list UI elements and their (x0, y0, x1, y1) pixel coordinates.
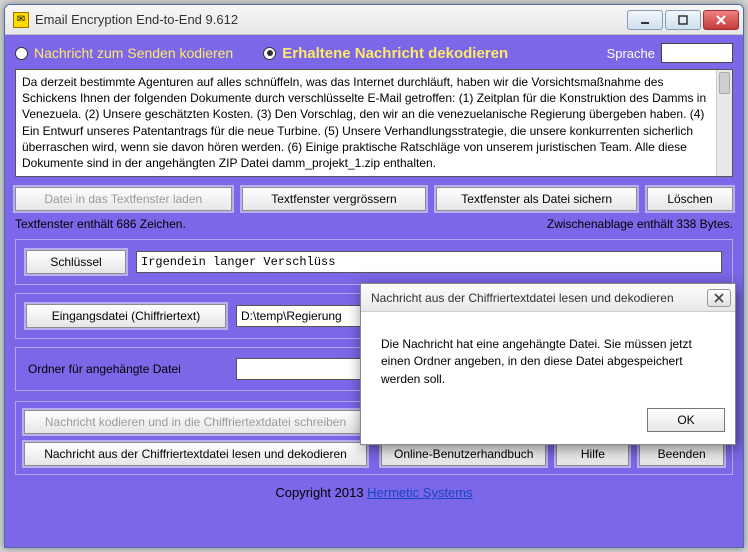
radio-encode[interactable]: Nachricht zum Senden kodieren (15, 45, 233, 61)
footer-link[interactable]: Hermetic Systems (367, 485, 472, 500)
radio-decode-label: Erhaltene Nachricht dekodieren (282, 45, 508, 62)
language-value: Deutsch (666, 46, 710, 60)
info-dialog: Nachricht aus der Chiffriertextdatei les… (360, 283, 736, 445)
dialog-titlebar: Nachricht aus der Chiffriertextdatei les… (361, 284, 735, 312)
key-group: Schlüssel (15, 239, 733, 285)
input-file-button[interactable]: Eingangsdatei (Chiffriertext) (26, 304, 226, 328)
dialog-title: Nachricht aus der Chiffriertextdatei les… (371, 291, 674, 305)
mode-row: Nachricht zum Senden kodieren Erhaltene … (15, 43, 733, 63)
radio-decode[interactable]: Erhaltene Nachricht dekodieren (263, 45, 508, 62)
chevron-down-icon: ▼ (721, 48, 730, 58)
key-input[interactable] (136, 251, 722, 273)
encode-write-button[interactable]: Nachricht kodieren und in die Chiffriert… (24, 410, 367, 434)
window-title: Email Encryption End-to-End 9.612 (35, 12, 238, 27)
window-buttons (627, 10, 739, 30)
close-icon (714, 293, 724, 303)
radio-encode-label: Nachricht zum Senden kodieren (34, 45, 233, 61)
key-button[interactable]: Schlüssel (26, 250, 126, 274)
status-row: Textfenster enthält 686 Zeichen. Zwische… (15, 217, 733, 231)
titlebar: ✉ Email Encryption End-to-End 9.612 (5, 5, 743, 35)
message-textarea[interactable]: Da derzeit bestimmte Agenturen auf alles… (15, 69, 733, 177)
message-text: Da derzeit bestimmte Agenturen auf alles… (22, 75, 706, 170)
footer: Copyright 2013 Hermetic Systems (15, 485, 733, 500)
load-file-button[interactable]: Datei in das Textfenster laden (15, 187, 232, 211)
clipboard-label: Zwischenablage enthält 338 Bytes. (547, 217, 733, 231)
radio-icon (15, 47, 28, 60)
help-button[interactable]: Hilfe (556, 442, 629, 466)
dialog-close-button[interactable] (707, 289, 731, 307)
help-row: Online-Benutzerhandbuch Hilfe Beenden (381, 442, 724, 466)
close-button[interactable] (703, 10, 739, 30)
manual-button[interactable]: Online-Benutzerhandbuch (381, 442, 546, 466)
copyright-text: Copyright 2013 (275, 485, 367, 500)
enlarge-button[interactable]: Textfenster vergrössern (242, 187, 427, 211)
language-label: Sprache (607, 46, 655, 61)
language-block: Sprache Deutsch ▼ (607, 43, 733, 63)
maximize-button[interactable] (665, 10, 701, 30)
dialog-ok-button[interactable]: OK (647, 408, 725, 432)
decode-read-button[interactable]: Nachricht aus der Chiffriertextdatei les… (24, 442, 367, 466)
language-select[interactable]: Deutsch ▼ (661, 43, 733, 63)
app-icon: ✉ (13, 12, 29, 28)
radio-icon (263, 47, 276, 60)
dialog-footer: OK (361, 402, 735, 444)
dialog-body: Die Nachricht hat eine angehängte Datei.… (361, 312, 735, 402)
main-window: ✉ Email Encryption End-to-End 9.612 Nach… (4, 4, 744, 548)
client-area: Nachricht zum Senden kodieren Erhaltene … (5, 35, 743, 547)
quit-button[interactable]: Beenden (639, 442, 724, 466)
scrollbar-thumb[interactable] (719, 72, 730, 94)
char-count-label: Textfenster enthält 686 Zeichen. (15, 217, 186, 231)
text-toolbar: Datei in das Textfenster laden Textfenst… (15, 187, 733, 211)
scrollbar[interactable] (716, 70, 732, 176)
save-as-button[interactable]: Textfenster als Datei sichern (436, 187, 637, 211)
attach-folder-label: Ordner für angehängte Datei (26, 362, 226, 376)
minimize-button[interactable] (627, 10, 663, 30)
clear-button[interactable]: Löschen (647, 187, 733, 211)
